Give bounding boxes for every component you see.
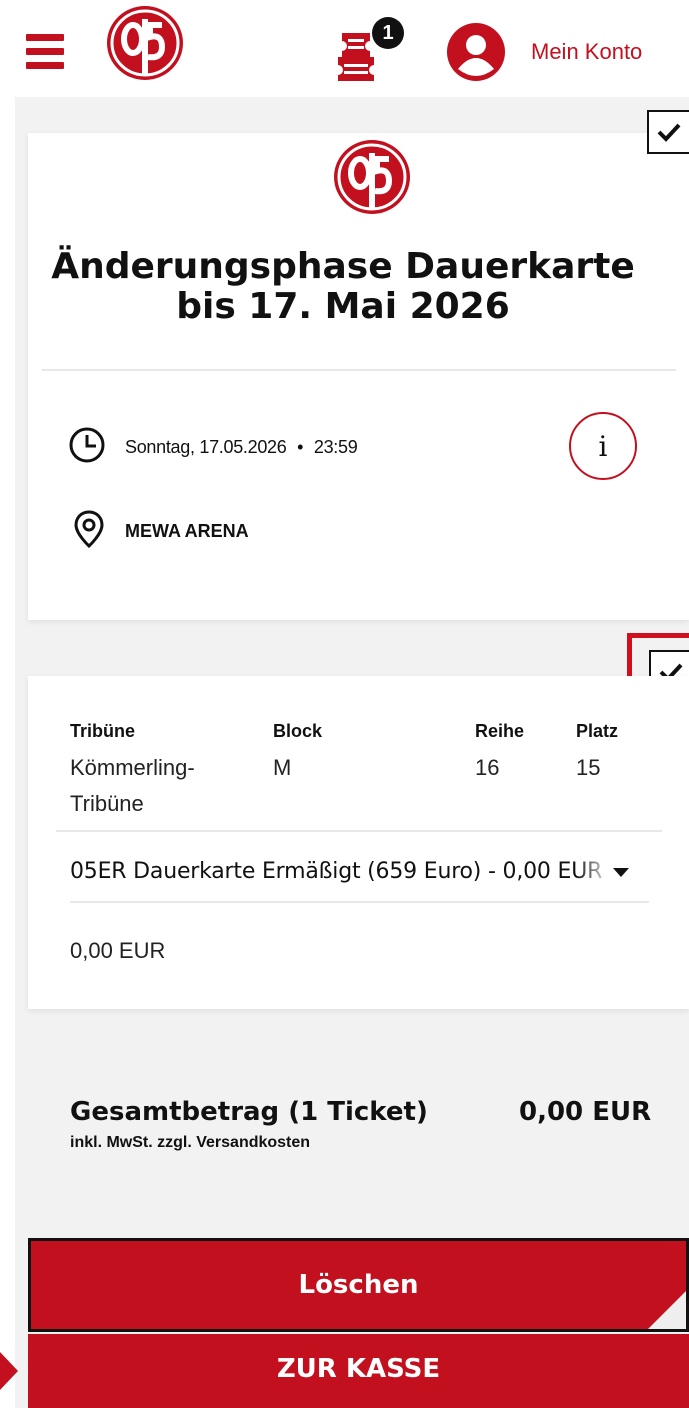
tribune-value: Kömmerling- Tribüne xyxy=(70,750,195,822)
info-button[interactable]: i xyxy=(569,412,637,480)
ticket-price: 0,00 EUR xyxy=(70,938,166,963)
row-value: 16 xyxy=(475,755,500,780)
total-sub-label: inkl. MwSt. zzgl. Versandkosten xyxy=(70,1134,311,1151)
club-logo[interactable] xyxy=(106,5,184,81)
checkout-button[interactable]: ZUR KASSE xyxy=(28,1334,689,1408)
card-divider xyxy=(42,369,676,371)
column-header-row: Reihe xyxy=(475,721,525,741)
total-label: Gesamtbetrag (1 Ticket) xyxy=(70,1097,428,1127)
column-header-block: Block xyxy=(273,721,323,741)
price-category-value: 05ER Dauerkarte Ermäßigt (659 Euro) - 0,… xyxy=(70,859,603,884)
seat-value: 15 xyxy=(576,755,601,780)
cart-count-badge: 1 xyxy=(372,17,404,49)
event-title-line1: Änderungsphase Dauerkarte xyxy=(51,246,635,287)
total-value: 0,00 EUR xyxy=(519,1097,652,1127)
tribune-value-line1: Kömmerling- xyxy=(70,755,195,780)
pointer-arrow-icon xyxy=(0,1352,18,1390)
hamburger-menu-icon[interactable] xyxy=(26,34,64,70)
tribune-value-line2: Tribüne xyxy=(70,791,144,816)
event-time: 23:59 xyxy=(313,437,358,457)
event-datetime: Sonntag, 17.05.2026 • 23:59 xyxy=(125,437,358,458)
datetime-separator: • xyxy=(297,437,304,457)
block-value: M xyxy=(273,755,292,780)
location-pin-icon xyxy=(74,510,104,549)
event-card: Änderungsphase Dauerkarte bis 17. Mai 20… xyxy=(28,133,689,620)
ticket-card: Tribüne Block Reihe Platz Kömmerling- Tr… xyxy=(28,676,689,1009)
clock-icon xyxy=(69,427,105,463)
column-header-tribune: Tribüne xyxy=(70,721,136,741)
event-select-checkbox[interactable] xyxy=(647,110,689,154)
column-header-seat: Platz xyxy=(576,721,619,741)
info-icon: i xyxy=(598,430,608,463)
button-corner-decoration xyxy=(648,1291,686,1329)
user-icon[interactable] xyxy=(447,23,505,81)
checkmark-icon xyxy=(657,123,681,142)
ticket-divider xyxy=(56,830,662,832)
select-underline xyxy=(70,901,649,903)
event-date: Sonntag, 17.05.2026 xyxy=(125,437,287,457)
event-venue: MEWA ARENA xyxy=(125,521,249,541)
checkout-button-label: ZUR KASSE xyxy=(276,1354,441,1384)
select-fade xyxy=(576,854,612,890)
ticket-cart-button[interactable]: 1 xyxy=(334,17,408,81)
club-logo xyxy=(334,140,410,214)
account-link[interactable]: Mein Konto xyxy=(531,39,642,65)
chevron-down-icon xyxy=(613,868,629,877)
top-header: 1 Mein Konto xyxy=(0,0,689,97)
event-title: Änderungsphase Dauerkarte bis 17. Mai 20… xyxy=(28,247,658,327)
delete-button[interactable]: Löschen xyxy=(28,1238,689,1332)
event-title-line2: bis 17. Mai 2026 xyxy=(176,286,510,327)
delete-button-label: Löschen xyxy=(298,1270,419,1300)
